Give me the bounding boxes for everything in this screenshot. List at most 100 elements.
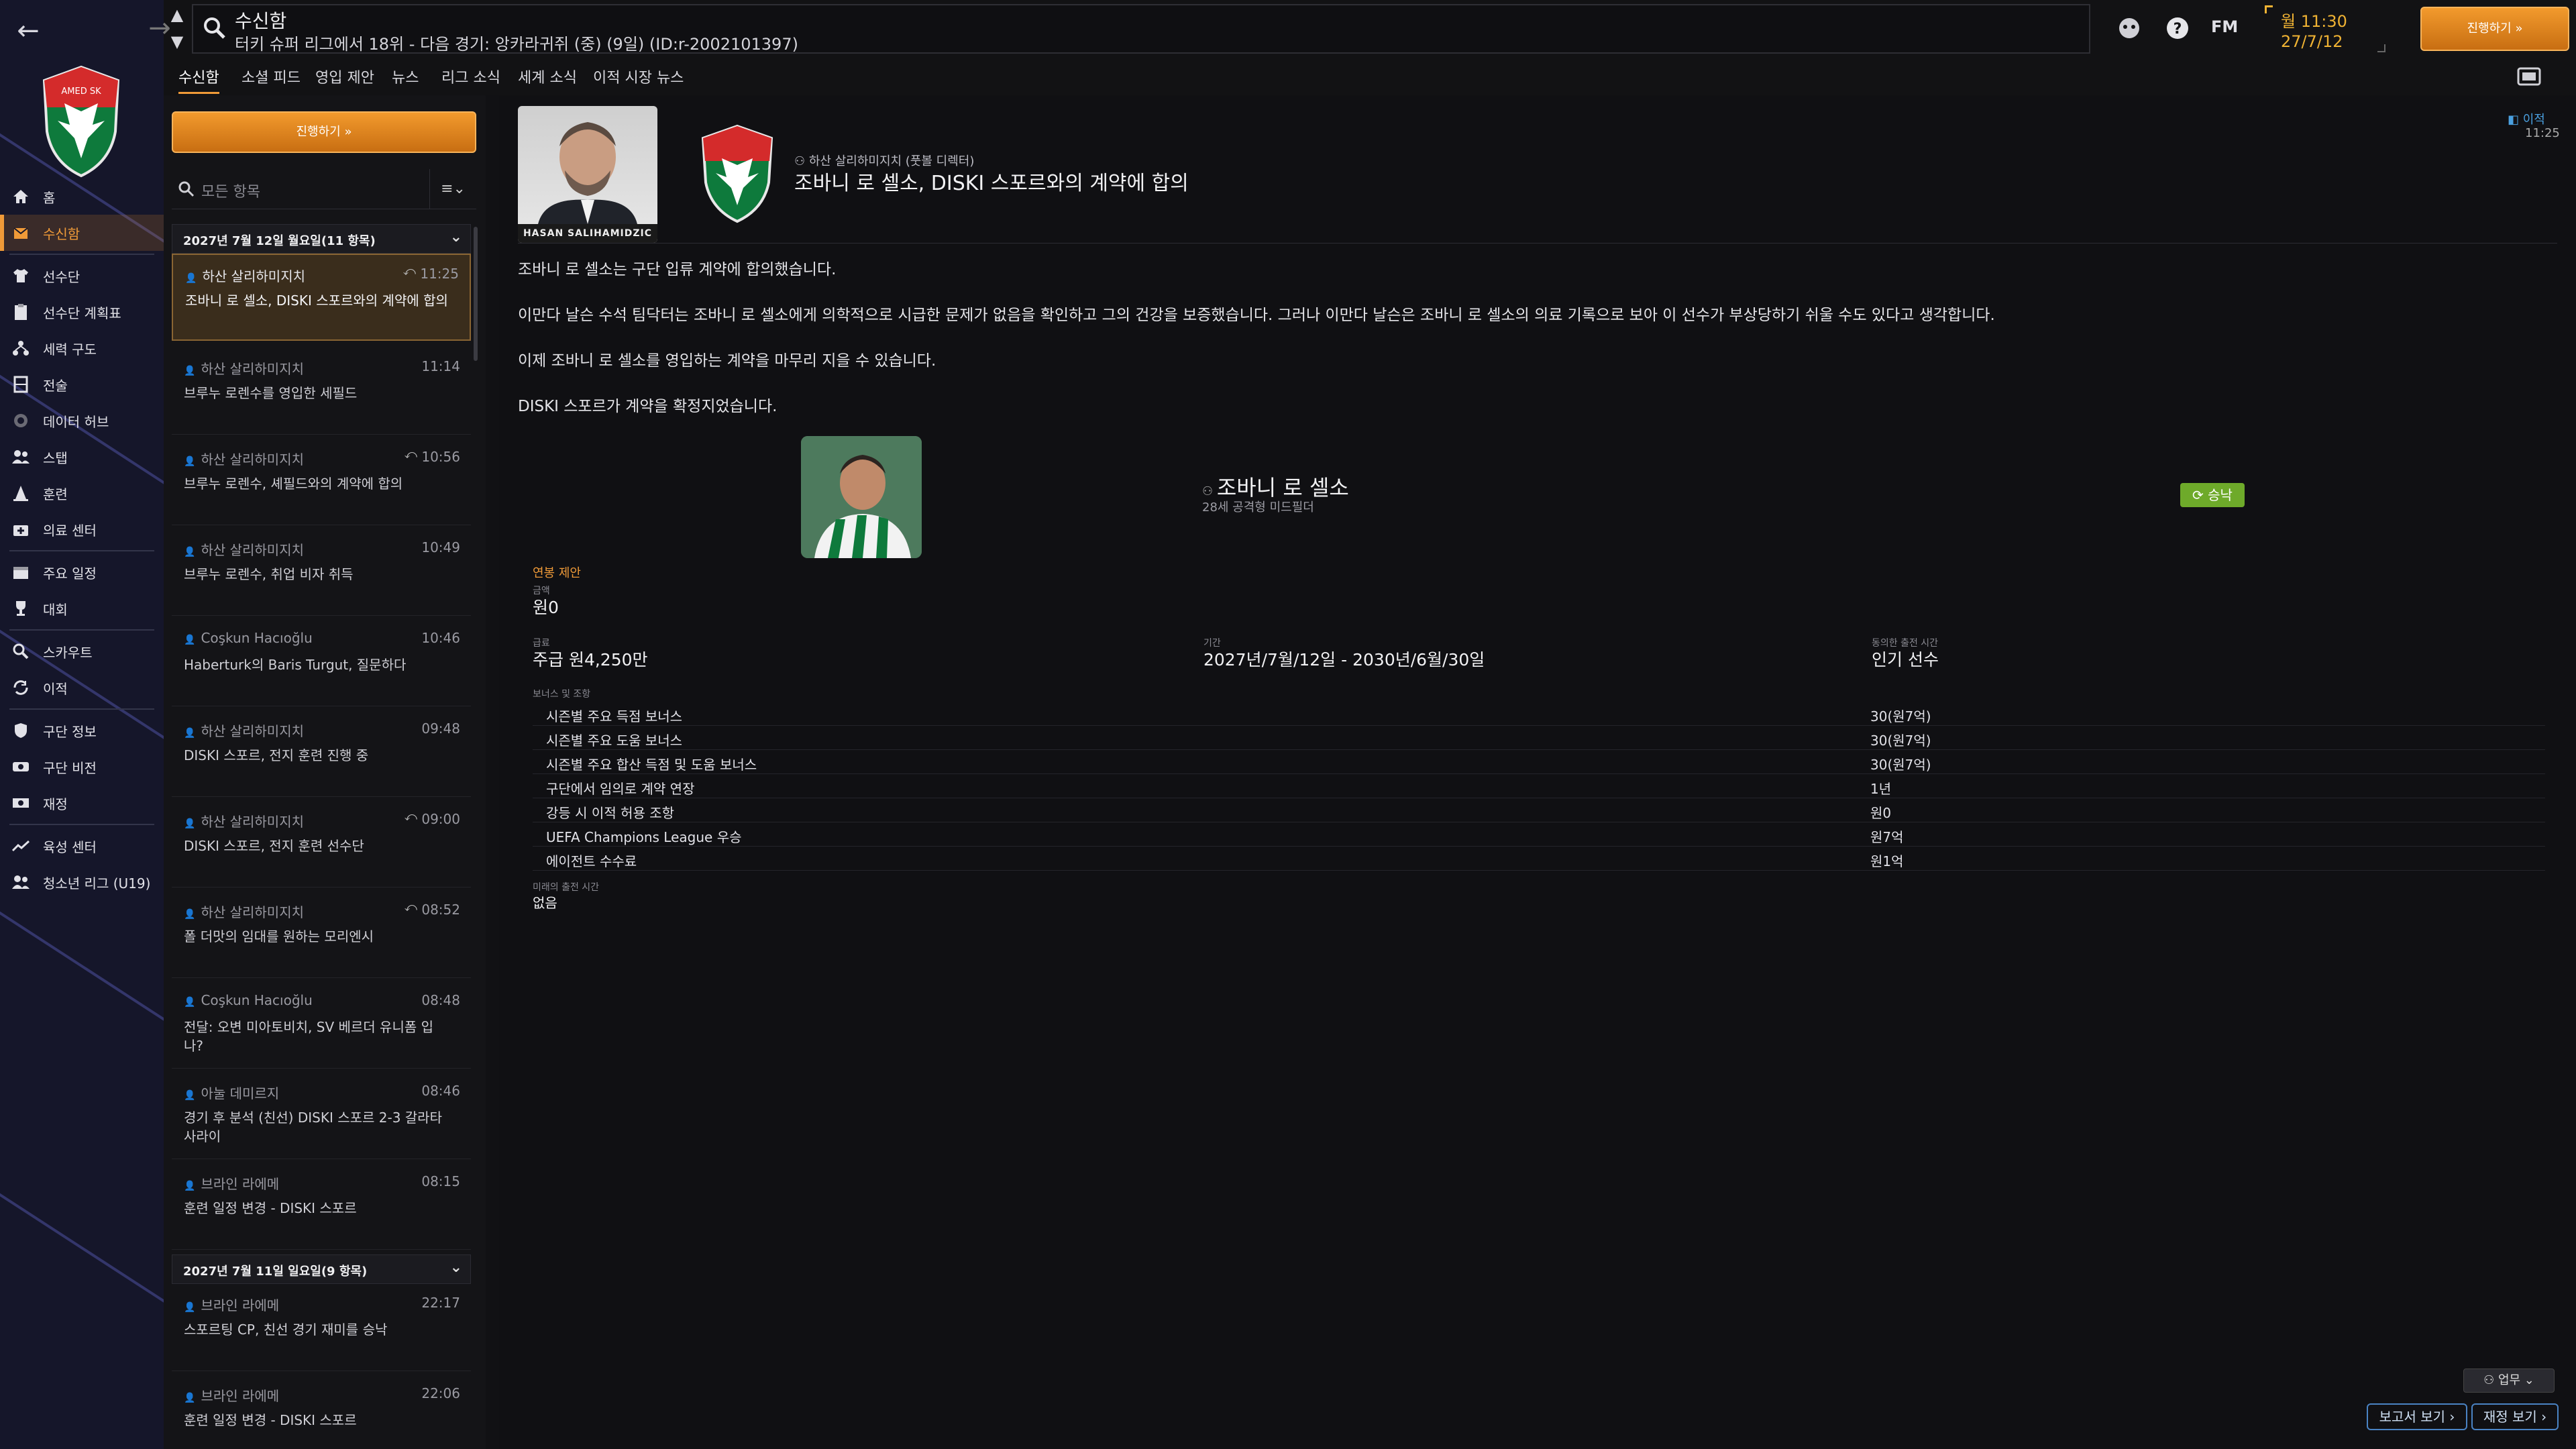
chevron-down-icon[interactable]: ⌄	[450, 1259, 462, 1276]
back-button[interactable]: ←	[9, 12, 47, 50]
home-icon	[9, 186, 32, 207]
game-menu-icon[interactable]	[2116, 15, 2143, 42]
sidebar-item-label: 스탭	[43, 449, 68, 466]
transfer-icon	[9, 678, 32, 698]
sidebar-item-inbox[interactable]: 수신함	[0, 215, 164, 251]
tab-transfer-offers[interactable]: 영입 제안	[315, 66, 374, 87]
inbox-message[interactable]: 아눌 데미르지 08:46 경기 후 분석 (친선) DISKI 스포르 2-3…	[172, 1072, 471, 1159]
sidebar-item-dynamics[interactable]: 세력 구도	[0, 330, 164, 366]
reply-icon: ⤺	[402, 264, 416, 278]
bonus-name: UEFA Champions League 우승	[546, 829, 742, 845]
bonus-value: 30(원7억)	[1870, 708, 1931, 724]
inbox-message[interactable]: 브라인 라에메 08:15 훈련 일정 변경 - DISKI 스포르	[172, 1163, 471, 1250]
tab-social-feed[interactable]: 소셜 피드	[241, 66, 301, 87]
sidebar-item-club-info[interactable]: 구단 정보	[0, 712, 164, 749]
inbox-message[interactable]: 하산 살리하미지치 ⤺ 09:00 DISKI 스포르, 전지 훈련 선수단	[172, 800, 471, 888]
sidebar-item-medical[interactable]: 의료 센터	[0, 511, 164, 547]
inbox-message[interactable]: 브라인 라에메 22:06 훈련 일정 변경 - DISKI 스포르	[172, 1375, 471, 1449]
sidebar-item-transfers[interactable]: 이적	[0, 669, 164, 706]
filter-menu-button[interactable]: ≡⌄	[429, 169, 476, 209]
tactics-icon	[9, 374, 32, 394]
sidebar-item-club-vision[interactable]: 구단 비전	[0, 749, 164, 785]
message-time: 08:48	[421, 992, 460, 1008]
sidebar-item-youth-league[interactable]: 청소년 리그 (U19)	[0, 864, 164, 900]
inbox-message[interactable]: 브라인 라에메 22:17 스포르팅 CP, 친선 경기 재미를 승낙	[172, 1284, 471, 1371]
filter-input[interactable]: 모든 항목	[201, 180, 260, 201]
date-group-header[interactable]: 2027년 7월 11일 일요일(9 항목) ⌄	[172, 1254, 471, 1284]
fm-menu-button[interactable]: FM	[2211, 17, 2238, 36]
help-icon[interactable]: ?	[2164, 15, 2191, 42]
work-label: 업무	[2498, 1373, 2521, 1387]
bonus-value: 30(원7억)	[1870, 757, 1931, 773]
tab-transfer-market-news[interactable]: 이적 시장 뉴스	[593, 66, 684, 87]
continue-button[interactable]: 진행하기 »	[2420, 7, 2569, 51]
tab-inbox[interactable]: 수신함	[178, 66, 219, 94]
message-sender: 하산 살리하미지치	[184, 539, 304, 559]
sidebar-item-home[interactable]: 홈	[0, 178, 164, 215]
bottom-action-buttons: 보고서 보기 › 재정 보기 ›	[2367, 1403, 2568, 1436]
message-time: 11:25	[420, 266, 459, 282]
inbox-message[interactable]: Coşkun Hacıoğlu 10:46 Haberturk의 Baris T…	[172, 619, 471, 706]
reply-icon: ⤺	[404, 810, 417, 824]
sidebar-item-tactics[interactable]: 전술	[0, 366, 164, 402]
sidebar-item-competitions[interactable]: 대회	[0, 590, 164, 627]
tab-world-news[interactable]: 세계 소식	[518, 66, 577, 87]
message-time: 09:00	[421, 811, 460, 827]
message-sender: 하산 살리하미지치	[184, 902, 304, 921]
trophy-icon	[9, 598, 32, 619]
inbox-message[interactable]: 하산 살리하미지치 11:14 브루누 로렌수를 영입한 세필드	[172, 347, 471, 435]
money-icon	[9, 793, 32, 813]
sidebar-item-squad-planner[interactable]: 선수단 계획표	[0, 294, 164, 330]
view-report-button[interactable]: 보고서 보기 ›	[2367, 1403, 2467, 1430]
data-hub-icon	[9, 411, 32, 431]
chevron-down-icon[interactable]: ⌄	[450, 229, 462, 246]
inbox-scrollbar[interactable]	[474, 227, 478, 361]
inbox-message[interactable]: Coşkun Hacıoğlu 08:48 전달: 오변 미아토비치, SV 베…	[172, 981, 471, 1069]
accepted-label: 승낙	[2208, 487, 2233, 503]
continue-button-inbox[interactable]: 진행하기 »	[172, 111, 476, 153]
club-crest-icon[interactable]	[698, 123, 777, 224]
player-photo[interactable]	[801, 436, 922, 558]
fee-value: 원0	[533, 598, 559, 617]
bonus-section-title: 보너스 및 조항	[533, 689, 591, 700]
continue-label: 진행하기	[296, 125, 341, 139]
search-icon	[178, 181, 195, 197]
sidebar-item-label: 구단 비전	[43, 759, 97, 776]
tab-news[interactable]: 뉴스	[392, 66, 419, 87]
inbox-message[interactable]: 하산 살리하미지치 ⤺ 11:25 조바니 로 셀소, DISKI 스포르와의 …	[172, 254, 471, 341]
sidebar-item-staff[interactable]: 스탭	[0, 439, 164, 475]
tab-league-news[interactable]: 리그 소식	[441, 66, 500, 87]
category-tag[interactable]: ◧ 이적	[2508, 110, 2545, 127]
work-menu-button[interactable]: ⚇ 업무 ⌄	[2463, 1368, 2555, 1393]
search-box[interactable]: 수신함 터키 슈퍼 리그에서 18위 - 다음 경기: 앙카라귀쥐 (중) (9…	[192, 4, 2090, 54]
sidebar-item-schedule[interactable]: 주요 일정	[0, 554, 164, 590]
inbox-message[interactable]: 하산 살리하미지치 ⤺ 10:56 브루누 로렌수, 셰필드와의 계약에 합의	[172, 438, 471, 525]
message-subject: 전달: 오변 미아토비치, SV 베르더 유니폼 입나?	[184, 1019, 434, 1054]
top-bar: ▲ ▼ → 수신함 터키 슈퍼 리그에서 18위 - 다음 경기: 앙카라귀쥐 …	[148, 0, 2576, 58]
game-date-clock[interactable]: 월 11:30 27/7/12	[2265, 5, 2385, 52]
inbox-message[interactable]: 하산 살리하미지치 10:49 브루누 로렌수, 취업 비자 취득	[172, 529, 471, 616]
view-finances-button[interactable]: 재정 보기 ›	[2471, 1403, 2559, 1430]
message-subject: 폴 더맛의 임대를 원하는 모리엔시	[184, 928, 374, 945]
sidebar-item-scouting[interactable]: 스카우트	[0, 633, 164, 669]
sidebar-item-squad[interactable]: 선수단	[0, 258, 164, 294]
sidebar-item-training[interactable]: 훈련	[0, 475, 164, 511]
bonus-value: 원7억	[1870, 829, 1904, 845]
inbox-filter[interactable]: 모든 항목 ≡⌄	[172, 169, 476, 209]
message-time: 10:56	[421, 449, 460, 465]
sender-photo[interactable]: HASAN SALIHAMIDZIC	[518, 106, 657, 243]
club-logo[interactable]: AMED SK	[38, 64, 125, 178]
sidebar-divider	[9, 629, 154, 631]
display-options-icon[interactable]	[2516, 64, 2542, 89]
inbox-message[interactable]: 하산 살리하미지치 ⤺ 08:52 폴 더맛의 임대를 원하는 모리엔시	[172, 891, 471, 978]
sidebar-item-label: 홈	[43, 189, 56, 206]
sidebar-item-development[interactable]: 육성 센터	[0, 828, 164, 864]
message-subject: 브루누 로렌수, 취업 비자 취득	[184, 566, 354, 582]
message-time: 08:46	[421, 1083, 460, 1099]
sidebar-item-finances[interactable]: 재정	[0, 785, 164, 821]
inbox-message[interactable]: 하산 살리하미지치 09:48 DISKI 스포르, 전지 훈련 진행 중	[172, 710, 471, 797]
forward-button[interactable]: →	[141, 9, 178, 47]
training-cone-icon	[9, 483, 32, 503]
sidebar-item-data-hub[interactable]: 데이터 허브	[0, 402, 164, 439]
date-group-header[interactable]: 2027년 7월 12일 월요일(11 항목) ⌄	[172, 224, 471, 254]
